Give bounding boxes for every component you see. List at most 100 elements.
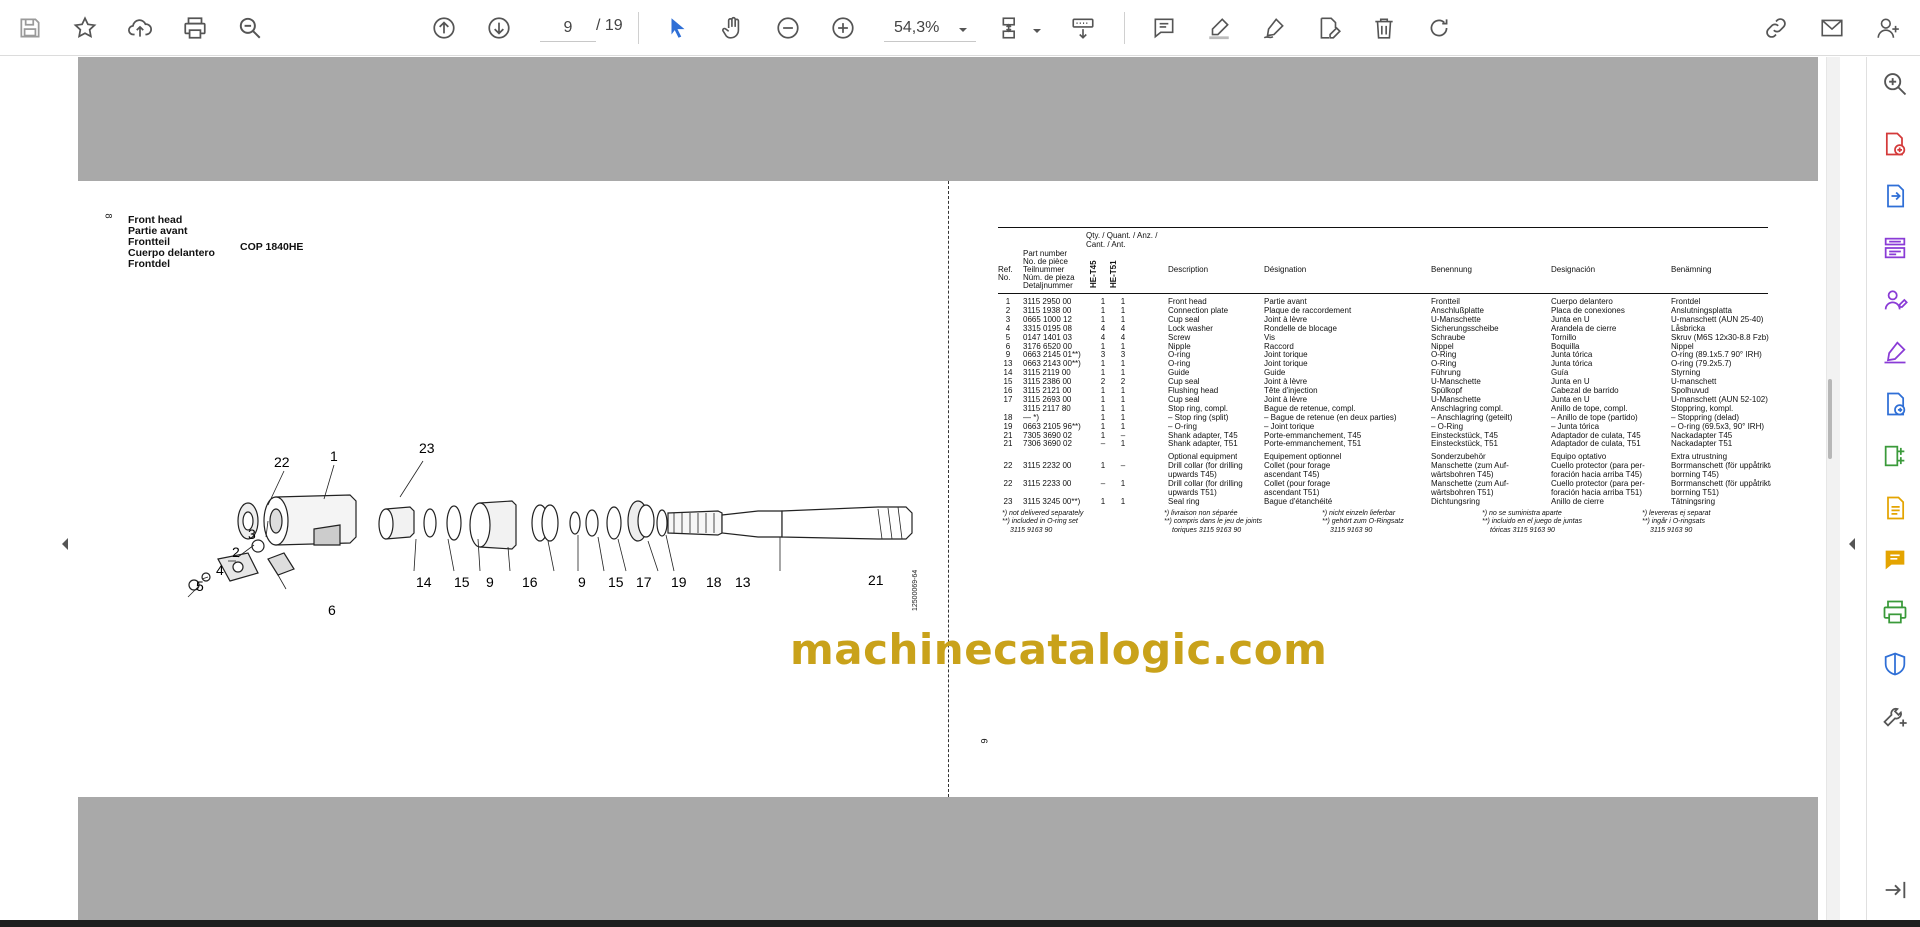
cell-fr: Rondelle de blocage xyxy=(1264,323,1337,333)
fill-sign-icon[interactable] xyxy=(1880,285,1910,315)
save-icon[interactable] xyxy=(12,10,48,46)
zoom-out-icon[interactable] xyxy=(770,10,806,46)
vertical-scrollbar[interactable] xyxy=(1826,57,1840,920)
cell-sv: Styrning xyxy=(1671,368,1701,378)
cell-de: Einsteckstück, T45 xyxy=(1431,430,1498,440)
table-row: 22 3115 2232 00 1 – Drill collar (for drilli… xyxy=(998,461,1771,471)
organize-pages-icon[interactable] xyxy=(1880,233,1910,263)
cell-q45: 4 xyxy=(1100,323,1106,333)
footnote-en: 3115 9163 90 xyxy=(1010,526,1053,534)
document-viewport[interactable]: 8 Front head Partie avant Frontteil Cuer… xyxy=(0,57,1866,920)
cell-pn: 3315 0195 08 xyxy=(1023,323,1072,333)
next-page-icon[interactable] xyxy=(481,10,517,46)
table-row: 1 3115 2950 00 1 1 Front head Partie avant Fro… xyxy=(998,297,1768,306)
cell-de: – Anschlagring (geteilt) xyxy=(1431,412,1513,422)
cell-es: Cuerpo delantero xyxy=(1551,297,1613,306)
cell-pn: — *) xyxy=(1023,412,1039,422)
draw-sign-icon[interactable] xyxy=(1880,337,1910,367)
cell-pn: 3115 2121 00 xyxy=(1023,386,1072,395)
cell-pn: 3115 3245 00**) xyxy=(1023,496,1081,506)
cell-sv: borrning T51) xyxy=(1671,487,1719,497)
prev-page-icon[interactable] xyxy=(426,10,462,46)
cell-en: Shank adapter, T51 xyxy=(1168,439,1238,449)
zoom-search-icon[interactable] xyxy=(1880,69,1910,99)
delete-icon[interactable] xyxy=(1366,10,1402,46)
cell-sv: Tätningsring xyxy=(1671,496,1716,506)
cell-pn: 3115 2693 00 xyxy=(1023,394,1072,404)
cell-q51: 1 xyxy=(1120,386,1126,395)
cell-q45: 1 xyxy=(1100,430,1106,440)
sign-icon[interactable] xyxy=(1256,10,1292,46)
cell-sv: – O-ring (69.5x3, 90° IRH) xyxy=(1671,421,1765,431)
collapse-panel-icon[interactable] xyxy=(1880,875,1910,905)
header-benamning: Benämning xyxy=(1671,265,1712,274)
cell-ref: 18 xyxy=(1003,412,1013,422)
highlight-pen-icon[interactable] xyxy=(1201,10,1237,46)
export-file-icon[interactable] xyxy=(1880,493,1910,523)
callout-label: 9 xyxy=(578,574,586,590)
cell-sv: Anslutningsplatta xyxy=(1671,305,1732,315)
cell-sv: Borrmanschett (för uppåtriktad xyxy=(1671,461,1771,471)
cell-ref: 21 xyxy=(1003,430,1013,440)
edit-pdf-icon[interactable] xyxy=(1311,10,1347,46)
callout-label: 6 xyxy=(328,602,336,618)
hand-pan-icon[interactable] xyxy=(715,10,751,46)
cell-es: Anillo de cierre xyxy=(1551,496,1604,506)
fit-page-icon[interactable] xyxy=(994,10,1030,46)
callout-label: 21 xyxy=(868,572,884,588)
search-zoom-icon[interactable] xyxy=(232,10,268,46)
cell-sv: Frontdel xyxy=(1671,297,1701,306)
print-icon[interactable] xyxy=(177,10,213,46)
scrollbar-thumb[interactable] xyxy=(1828,379,1832,459)
zoom-level-select[interactable]: 54,3% xyxy=(884,14,976,42)
print-production-icon[interactable] xyxy=(1880,597,1910,627)
compress-icon[interactable] xyxy=(1880,441,1910,471)
select-arrow-icon[interactable] xyxy=(660,10,696,46)
page-number-input[interactable] xyxy=(540,14,596,42)
cell-q51: 1 xyxy=(1120,368,1126,378)
cell-es: Junta tórica xyxy=(1551,359,1593,369)
cell-es: Adaptador de culata, T51 xyxy=(1551,439,1641,449)
more-tools-icon[interactable] xyxy=(1880,701,1910,731)
scroll-mode-icon[interactable] xyxy=(1065,10,1101,46)
cell-en: O-ring xyxy=(1168,350,1191,360)
upload-cloud-icon[interactable] xyxy=(122,10,158,46)
cell-ref: 5 xyxy=(1005,332,1011,342)
cell-q45: 1 xyxy=(1100,359,1106,369)
chevron-down-icon[interactable] xyxy=(1032,23,1042,41)
callout-label: 4 xyxy=(216,562,224,578)
cell-sv: Spolhuvud xyxy=(1671,386,1709,395)
zoom-in-icon[interactable] xyxy=(825,10,861,46)
redo-icon[interactable] xyxy=(1421,10,1457,46)
cell-sv: Låsbricka xyxy=(1671,323,1706,333)
share-link-icon[interactable] xyxy=(1758,10,1794,46)
cell-q51: 1 xyxy=(1120,394,1126,404)
cell-fr: Tête d'injection xyxy=(1264,386,1318,395)
cell-en: Cup seal xyxy=(1168,394,1200,404)
email-icon[interactable] xyxy=(1814,10,1850,46)
callout-label: 5 xyxy=(196,578,204,594)
header-cant: Cant. / Ant. xyxy=(1086,240,1126,249)
cell-es: Cuello protector (para per- xyxy=(1551,461,1645,471)
create-pdf-icon[interactable] xyxy=(1880,129,1910,159)
cell-pn: 0665 1000 12 xyxy=(1023,314,1072,324)
cell-de: O-Ring xyxy=(1431,350,1457,360)
cell-ref: 22 xyxy=(1003,461,1013,471)
request-sign-icon[interactable] xyxy=(1880,389,1910,419)
export-pdf-icon[interactable] xyxy=(1880,181,1910,211)
collapse-right-panel-icon[interactable] xyxy=(1847,537,1857,556)
collapse-left-panel-icon[interactable] xyxy=(60,537,70,556)
cell-q51: 1 xyxy=(1120,341,1126,351)
comment-icon[interactable] xyxy=(1146,10,1182,46)
page-fold-divider xyxy=(948,181,949,797)
header-part-number-sv: Detaljnummer xyxy=(1023,281,1073,290)
bookmark-star-icon[interactable] xyxy=(67,10,103,46)
comment-icon[interactable] xyxy=(1880,545,1910,575)
cell-q45: 1 xyxy=(1100,461,1106,471)
table-row: 21 7305 3690 02 1 – Shank adapter, T45 Porte-… xyxy=(998,431,1768,440)
cell-ref: 17 xyxy=(1003,394,1013,404)
header-no: No. xyxy=(998,273,1011,282)
user-icon[interactable] xyxy=(1870,10,1906,46)
protect-icon[interactable] xyxy=(1880,649,1910,679)
cell-q51: 1 xyxy=(1120,297,1126,306)
